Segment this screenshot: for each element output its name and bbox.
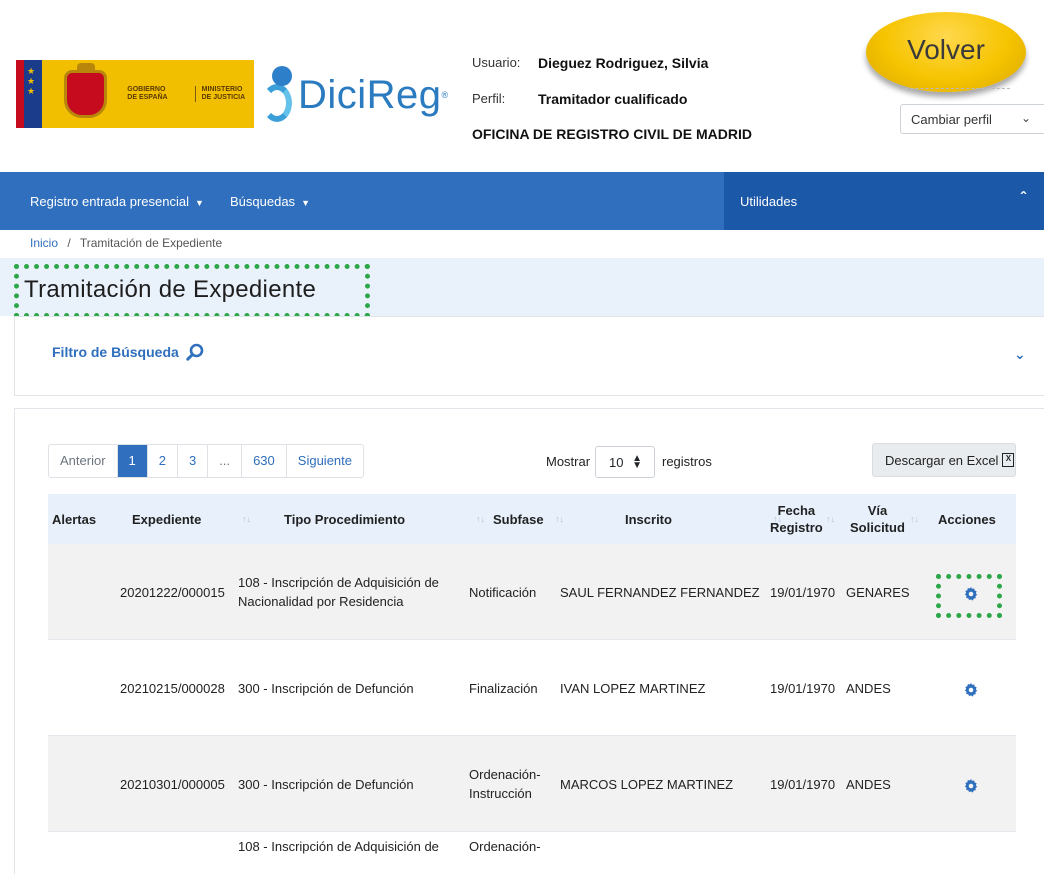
eu-flag-icon: ★ ★ ★	[16, 60, 42, 128]
column-header-subfase[interactable]: Subfase ↑↓	[493, 494, 564, 544]
page-size-prefix: Mostrar	[546, 454, 591, 469]
back-button[interactable]: Volver	[866, 12, 1026, 92]
caret-down-icon: ▼	[301, 198, 310, 208]
column-header-alertas[interactable]: Alertas	[52, 494, 96, 544]
cell-inscrito: SAUL FERNANDEZ FERNANDEZ	[560, 584, 760, 600]
caret-down-icon: ▼	[194, 198, 204, 208]
government-text: GOBIERNO DE ESPAÑA	[127, 86, 168, 101]
pagination-page-630[interactable]: 630	[242, 445, 287, 477]
page-size-suffix: registros	[662, 454, 712, 469]
user-label: Usuario:	[472, 55, 521, 70]
utilities-menu[interactable]: Utilidades ˆ	[724, 172, 1044, 230]
cell-tipo: 300 - Inscripción de Defunción	[238, 680, 414, 696]
pagination-next[interactable]: Siguiente	[287, 445, 363, 477]
cell-expediente: 20210215/000028	[120, 680, 225, 696]
cell-fecha: 19/01/1970	[770, 584, 836, 600]
cell-subfase: Notificación	[469, 584, 537, 600]
cell-tipo: 108 - Inscripción de Adquisición de	[238, 838, 439, 854]
column-header-acciones: Acciones	[938, 511, 996, 527]
breadcrumb-separator: /	[67, 236, 71, 250]
cell-via: ANDES	[846, 776, 891, 792]
actions-highlight-box	[936, 574, 1002, 618]
sort-icon: ↑↓	[555, 514, 564, 524]
cell-tipo: 300 - Inscripción de Defunción	[238, 776, 414, 792]
cell-tipo: 108 - Inscripción de Adquisición de Naci…	[238, 575, 439, 609]
change-profile-select[interactable]: Cambiar perfil ⌄	[900, 104, 1044, 134]
column-header-via[interactable]: Vía Solicitud ↑↓	[850, 494, 919, 544]
table-row[interactable]: 108 - Inscripción de Adquisición de Orde…	[48, 832, 1016, 874]
cell-inscrito: MARCOS LOPEZ MARTINEZ	[560, 776, 734, 792]
registered-mark: ®	[441, 90, 449, 100]
cell-subfase: Ordenación-Instrucción	[469, 767, 541, 801]
column-header-tipo[interactable]: Tipo Procedimiento ↑↓	[284, 494, 485, 544]
office-name: OFICINA DE REGISTRO CIVIL DE MADRID	[472, 126, 753, 142]
sort-icon: ↑↓	[242, 514, 251, 524]
pagination-page-3[interactable]: 3	[178, 445, 209, 477]
column-header-expediente[interactable]: Expediente ↑↓	[132, 494, 251, 544]
page-size-value: 10	[609, 454, 624, 470]
government-logo: ★ ★ ★ GOBIERNO DE ESPAÑA MINISTERIO DE JUS…	[16, 60, 254, 128]
cell-expediente: 20201222/000015	[120, 584, 225, 600]
nav-item-busquedas[interactable]: Búsquedas ▼	[230, 194, 310, 209]
cell-subfase: Finalización	[469, 680, 538, 696]
download-excel-button[interactable]: Descargar en Excel X	[872, 443, 1016, 477]
cell-via: ANDES	[846, 680, 891, 696]
sort-icon: ↑↓	[476, 514, 485, 524]
gear-icon[interactable]	[964, 779, 978, 793]
search-filter-toggle[interactable]: Filtro de Búsqueda	[52, 344, 179, 360]
chevron-up-icon: ˆ	[1020, 190, 1026, 207]
coat-of-arms-icon	[63, 63, 108, 118]
cell-fecha: 19/01/1970	[770, 680, 836, 696]
pagination-ellipsis: ...	[208, 445, 243, 477]
table-row[interactable]: 20210301/000005 300 - Inscripción de Def…	[48, 736, 1016, 832]
divider	[900, 88, 1010, 89]
nav-item-registro-entrada[interactable]: Registro entrada presencial ▼	[30, 194, 204, 209]
gear-icon[interactable]	[964, 683, 978, 697]
table-row[interactable]: 20201222/000015 108 - Inscripción de Adq…	[48, 544, 1016, 640]
pagination-prev[interactable]: Anterior	[49, 445, 118, 477]
download-excel-label: Descargar en Excel	[885, 452, 999, 468]
search-icon[interactable]	[186, 343, 204, 361]
ministry-text: MINISTERIO DE JUSTICIA	[194, 86, 254, 102]
breadcrumb-home-link[interactable]: Inicio	[30, 236, 58, 250]
page-size-select[interactable]: 10 ▲ ▼	[595, 446, 655, 478]
main-navbar: Registro entrada presencial ▼ Búsquedas ▼ …	[0, 172, 1044, 230]
profile-name: Tramitador cualificado	[538, 91, 688, 107]
back-button-label: Volver	[907, 34, 985, 65]
column-header-fecha[interactable]: Fecha Registro ↑↓	[770, 494, 835, 544]
column-header-inscrito[interactable]: Inscrito ↑↓	[625, 494, 782, 544]
table-header: Alertas Expediente ↑↓ Tipo Procedimiento ↑…	[48, 494, 1016, 544]
header: ★ ★ ★ GOBIERNO DE ESPAÑA MINISTERIO DE JUS…	[0, 0, 1044, 172]
utilities-label: Utilidades	[740, 194, 798, 209]
breadcrumb-current: Tramitación de Expediente	[79, 236, 223, 250]
title-highlight-box	[14, 264, 370, 318]
user-info: Usuario: Dieguez Rodriguez, Silvia Perfi…	[472, 55, 708, 127]
cell-fecha: 19/01/1970	[770, 776, 836, 792]
chevron-down-icon: ⌄	[1020, 111, 1031, 125]
user-name: Dieguez Rodriguez, Silvia	[538, 55, 709, 71]
dicireg-mark-icon	[258, 66, 298, 124]
app-name: DiciReg	[298, 72, 442, 117]
change-profile-label: Cambiar perfil	[911, 111, 992, 127]
pagination-page-2[interactable]: 2	[148, 445, 178, 477]
cell-subfase: Ordenación-	[469, 838, 541, 854]
pagination-page-1[interactable]: 1	[117, 445, 148, 477]
cell-expediente: 20210301/000005	[120, 776, 225, 792]
sort-icon: ↑↓	[826, 513, 835, 524]
cell-inscrito: IVAN LOPEZ MARTINEZ	[560, 680, 706, 696]
chevron-down-icon[interactable]: ⌄	[1014, 346, 1026, 363]
cell-via: GENARES	[846, 584, 910, 600]
excel-icon: X	[1002, 453, 1015, 467]
sort-icon: ↑↓	[910, 513, 919, 524]
breadcrumb: Inicio / Tramitación de Expediente	[30, 236, 222, 250]
profile-label: Perfil:	[472, 91, 506, 106]
table-row[interactable]: 20210215/000028 300 - Inscripción de Def…	[48, 640, 1016, 736]
sort-arrows-icon: ▲ ▼	[632, 453, 642, 471]
dicireg-logo: DiciReg ®	[258, 60, 448, 130]
pagination: Anterior 1 2 3 ... 630 Siguiente	[48, 444, 364, 478]
